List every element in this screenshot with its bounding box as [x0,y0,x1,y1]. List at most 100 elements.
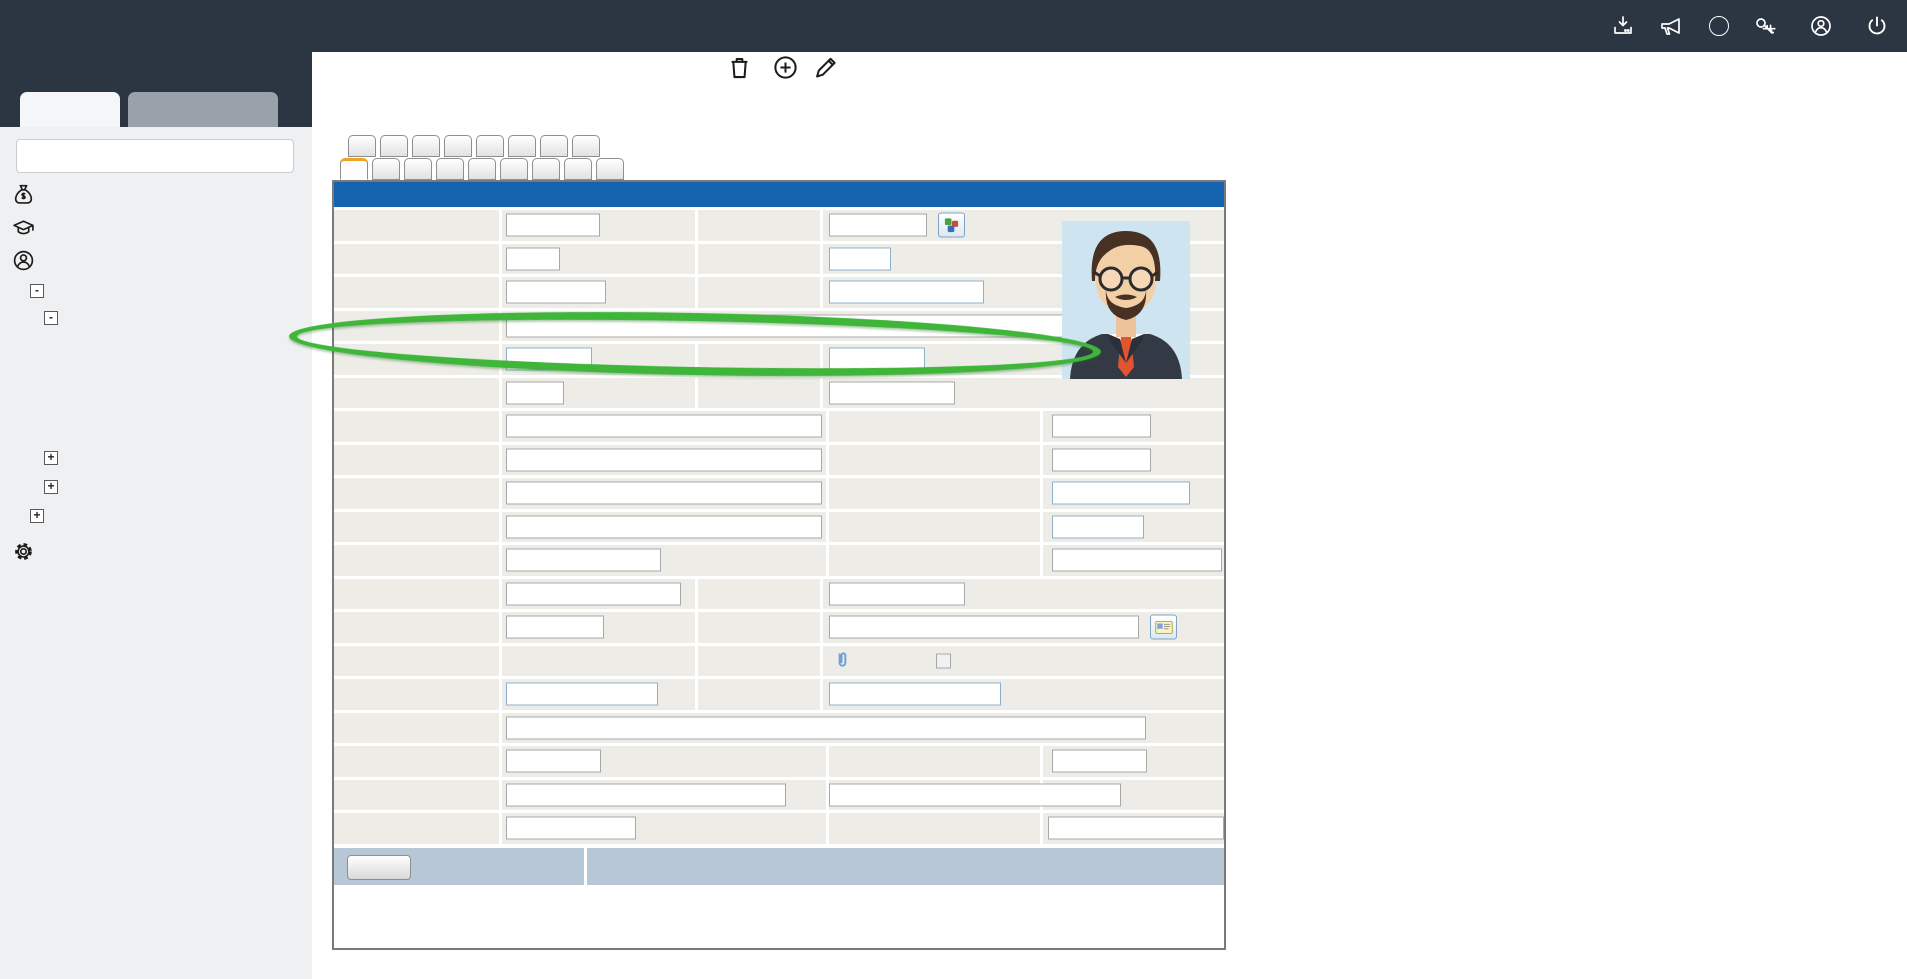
gear-icon [12,540,35,563]
expand-icon[interactable]: + [44,451,58,465]
form-footer-bar [334,847,1224,885]
name-suffixes-input[interactable] [506,549,661,572]
reason-for-termination-select[interactable] [1052,482,1190,505]
school-email-input[interactable] [829,616,1139,639]
sidebar-item-employee-information[interactable]: - [44,306,67,330]
form-row-preferred-name [334,512,1224,546]
collapse-icon[interactable]: - [30,284,44,298]
title-select[interactable] [506,348,592,371]
supplier-code-input[interactable] [506,281,606,304]
supervisor2-name-input[interactable] [829,783,1121,806]
form-row-date-of-birth [334,612,1224,646]
start-date-input[interactable] [1052,415,1151,438]
teacher-code-input[interactable] [506,247,560,270]
tab-tax-bank[interactable] [380,135,408,157]
tab-ud-areas[interactable] [468,158,496,180]
driver-licence-input[interactable] [829,381,955,404]
sidebar-item-payroll[interactable]: + [30,504,53,528]
employment-status-select[interactable] [1052,515,1144,538]
tab-pd-activities[interactable] [596,158,624,180]
sidebar-item-system-admin[interactable] [12,539,44,563]
trash-icon [726,54,753,81]
filter-menu-input[interactable] [16,139,294,173]
preferred-name-input[interactable] [506,515,822,538]
logout-power-icon[interactable] [1865,14,1889,38]
tab-person[interactable] [436,158,464,180]
kiosk-password-input[interactable] [829,582,965,605]
tab-pay-runs[interactable] [508,135,536,157]
tab-conf-notes[interactable] [532,158,560,180]
tab-payroll-details[interactable] [348,135,376,157]
paperclip-icon[interactable] [834,650,850,672]
money-bag-icon [12,182,35,205]
menu-tab[interactable] [20,92,120,127]
school-selector[interactable] [1753,14,1785,38]
alternate-id-input[interactable] [506,314,1118,337]
tab-payments[interactable] [476,135,504,157]
form-row-position-title [334,713,1224,747]
initials-input[interactable] [506,381,564,404]
edit-button[interactable] [802,54,848,82]
date-of-birth-input[interactable] [506,616,604,639]
tab-next-of-kin[interactable] [404,158,432,180]
topbar-right-group [1611,0,1889,52]
expand-icon[interactable]: + [30,509,44,523]
first-name-input[interactable] [506,448,822,471]
profile-menu[interactable] [1809,14,1841,38]
last-update-on-input[interactable] [1048,817,1224,840]
tab-address[interactable] [372,158,400,180]
supervisor-input[interactable] [506,750,601,773]
delete-button[interactable] [716,54,762,82]
gender-select[interactable] [829,281,984,304]
supervisor-name-input[interactable] [506,783,786,806]
position-text-input[interactable] [1052,549,1222,572]
help-icon[interactable] [1709,16,1729,36]
sidebar-item-student-admin[interactable] [12,215,44,239]
person-circle-icon [12,249,35,272]
tab-super[interactable] [412,135,440,157]
surname-input[interactable] [506,415,822,438]
previous-payroll-id-input[interactable] [506,582,681,605]
tab-qualifications[interactable] [564,158,592,180]
sidebar-item-setup-information[interactable]: + [44,475,67,499]
other-names-input[interactable] [506,482,822,505]
person-lookup-button[interactable] [938,213,965,238]
sidebar-item-employee-hr[interactable]: - [30,279,53,303]
tab-row-payroll [348,135,600,157]
deceased-select[interactable] [829,247,891,270]
indigenous-status-select[interactable] [506,683,658,706]
collapse-icon[interactable]: - [44,311,58,325]
bookmarks-tab[interactable] [128,92,278,127]
tab-notes[interactable] [500,158,528,180]
puzzle-icon [943,217,960,234]
tab-accruals[interactable] [540,135,568,157]
graduation-cap-icon [12,216,35,239]
cancel-button[interactable] [347,855,411,880]
supervisor2-input[interactable] [1052,750,1147,773]
main-activity-select[interactable] [829,683,1001,706]
tab-payg-psum[interactable] [572,135,600,157]
form-row-indigenous-status [334,679,1224,713]
sidebar-item-payroll-hrm[interactable] [12,248,44,272]
employee-code-input[interactable] [506,214,600,237]
form-row-previous-payroll-id [334,579,1224,613]
termination-date-input[interactable] [1052,448,1151,471]
contact-card-icon [1155,620,1173,634]
sidebar-item-finance[interactable] [12,181,44,205]
section-header [334,182,1224,210]
employee-photo [1062,221,1190,384]
tab-general[interactable] [340,158,368,180]
signature-remove-checkbox[interactable] [936,653,951,668]
tab-permanent-pays[interactable] [444,135,472,157]
person-number-input[interactable] [829,214,927,237]
position-title-input[interactable] [506,716,1146,739]
download-icon[interactable] [1611,14,1635,38]
email-card-button[interactable] [1150,615,1177,640]
form-row-supervisor-names [334,780,1224,814]
sidebar-item-listings-reports[interactable]: + [44,446,67,470]
expand-icon[interactable]: + [44,480,58,494]
announcements-icon[interactable] [1659,14,1685,38]
last-updated-by-input[interactable] [506,817,636,840]
form-row-first-name [334,445,1224,479]
marital-status-select[interactable] [829,348,925,371]
